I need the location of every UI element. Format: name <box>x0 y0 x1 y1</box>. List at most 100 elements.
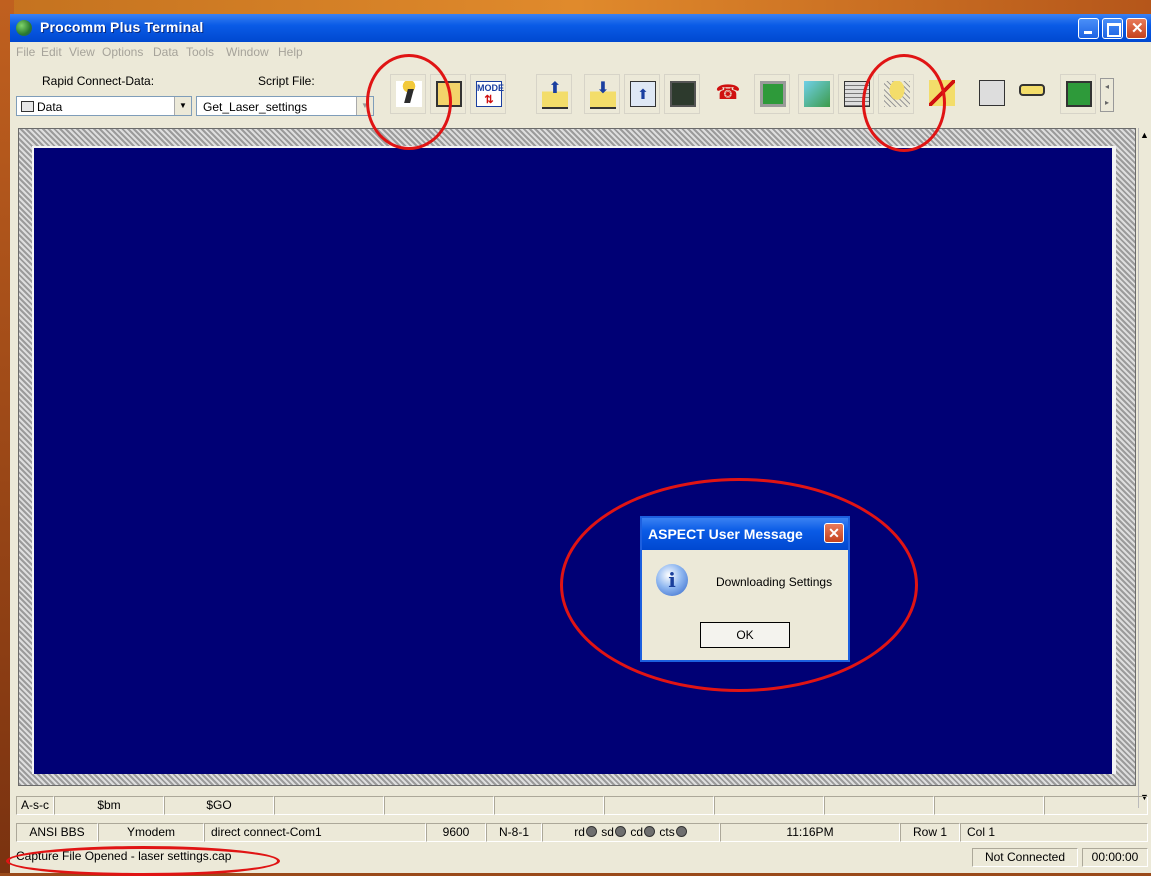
col-status: Col 1 <box>960 823 1148 842</box>
window-title: Procomm Plus Terminal <box>40 19 204 35</box>
chevron-down-icon[interactable]: ▼ <box>356 97 373 115</box>
meta-key-11[interactable] <box>1044 796 1148 815</box>
scanner-icon <box>979 80 1005 106</box>
fax-button[interactable]: ⬆ <box>624 74 660 114</box>
meta-key-1[interactable]: A-s-c <box>16 796 54 815</box>
vertical-scrollbar[interactable]: ▲ ▼ <box>1138 128 1151 808</box>
script-book-icon <box>436 81 462 107</box>
connection-status[interactable]: direct connect-Com1 <box>204 823 426 842</box>
mode-icon: MODE ⇅ <box>476 81 504 107</box>
meta-panel-button[interactable] <box>1060 74 1096 114</box>
app-window: Procomm Plus Terminal ✕ File Edit View O… <box>10 14 1151 873</box>
mode-button[interactable]: MODE ⇅ <box>470 74 506 114</box>
sd-led-icon <box>614 826 626 837</box>
download-folder-icon: ⬇ <box>590 81 616 109</box>
chevron-down-icon[interactable]: ▼ <box>174 97 191 115</box>
meta-key-8[interactable] <box>714 796 824 815</box>
rapid-connect-label: Rapid Connect-Data: <box>42 74 155 88</box>
run-script-button[interactable] <box>390 74 426 114</box>
terminal-screen-icon <box>670 81 696 107</box>
print-button[interactable] <box>838 74 874 114</box>
dialog-title: ASPECT User Message <box>648 526 803 542</box>
rd-led-icon <box>585 826 597 837</box>
status-message: Capture File Opened - laser settings.cap <box>16 849 232 863</box>
cd-led-icon <box>644 826 656 837</box>
menu-help[interactable]: Help <box>278 45 303 59</box>
close-button[interactable]: ✕ <box>1126 18 1147 39</box>
desktop-background <box>0 0 1151 14</box>
toolbar-scroll[interactable]: ◂ ▸ <box>1100 78 1114 112</box>
rd-label: rd <box>574 825 585 839</box>
menu-edit[interactable]: Edit <box>41 45 62 59</box>
script-file-value: Get_Laser_settings <box>203 100 308 114</box>
meta-key-3[interactable]: $GO <box>164 796 274 815</box>
menu-file[interactable]: File <box>16 45 35 59</box>
phone-icon: ☎ <box>715 82 741 104</box>
scroll-up-icon[interactable]: ▲ <box>1140 130 1149 140</box>
message-bar: Capture File Opened - laser settings.cap… <box>10 848 1151 868</box>
meta-keys-bar: A-s-c $bm $GO <box>10 796 1151 816</box>
upload-button[interactable]: ⬆ <box>536 74 572 114</box>
elapsed-time: 00:00:00 <box>1082 848 1148 867</box>
menu-options[interactable]: Options <box>102 45 143 59</box>
app-globe-icon <box>16 20 32 36</box>
meta-key-10[interactable] <box>934 796 1044 815</box>
dialog-close-button[interactable]: ✕ <box>824 523 844 543</box>
dial-button[interactable]: ☎ <box>710 74 746 114</box>
terminal-screen[interactable] <box>34 148 1112 774</box>
script-file-label: Script File: <box>258 74 315 88</box>
menu-tools[interactable]: Tools <box>186 45 214 59</box>
baud-status[interactable]: 9600 <box>426 823 486 842</box>
cable-button[interactable] <box>1014 74 1050 114</box>
maximize-button[interactable] <box>1102 18 1123 39</box>
script-file-combo[interactable]: Get_Laser_settings ▼ <box>196 96 374 116</box>
meta-key-4[interactable] <box>274 796 384 815</box>
capture-net-icon <box>884 81 910 107</box>
paperclip-icon <box>804 81 830 107</box>
protocol-status[interactable]: Ymodem <box>98 823 204 842</box>
menu-window[interactable]: Window <box>226 45 269 59</box>
dialog-message: Downloading Settings <box>716 575 833 589</box>
upload-folder-icon: ⬆ <box>542 81 568 109</box>
menu-view[interactable]: View <box>69 45 95 59</box>
scanner-button[interactable] <box>974 74 1010 114</box>
data-entry-icon <box>21 101 34 112</box>
meta-key-2[interactable]: $bm <box>54 796 164 815</box>
meta-key-9[interactable] <box>824 796 934 815</box>
rapid-connect-value: Data <box>37 100 63 114</box>
download-button[interactable]: ⬇ <box>584 74 620 114</box>
ok-button[interactable]: OK <box>700 622 790 648</box>
minimize-icon <box>1084 31 1092 34</box>
emulation-status[interactable]: ANSI BBS <box>16 823 98 842</box>
printer-icon <box>844 81 870 107</box>
cts-led-icon <box>675 826 687 837</box>
cancel-tools-button[interactable] <box>924 74 960 114</box>
minimize-button[interactable] <box>1078 18 1099 39</box>
cable-icon <box>1019 84 1045 96</box>
script-book-button[interactable] <box>430 74 466 114</box>
title-bar[interactable]: Procomm Plus Terminal ✕ <box>10 14 1151 42</box>
row-status: Row 1 <box>900 823 960 842</box>
menu-data[interactable]: Data <box>153 45 178 59</box>
terminal-button[interactable] <box>664 74 700 114</box>
dialog-title-bar[interactable]: ASPECT User Message ✕ <box>642 518 848 550</box>
fax-upload-icon: ⬆ <box>630 81 656 107</box>
run-script-icon <box>396 81 422 107</box>
meta-key-5[interactable] <box>384 796 494 815</box>
capture-button[interactable] <box>878 74 914 114</box>
menu-bar: File Edit View Options Data Tools Window… <box>10 42 1151 62</box>
maximize-icon <box>1107 23 1121 37</box>
cd-label: cd <box>630 825 644 839</box>
sd-label: sd <box>601 825 614 839</box>
status-bar: ANSI BBS Ymodem direct connect-Com1 9600… <box>10 823 1151 843</box>
parity-status[interactable]: N-8-1 <box>486 823 542 842</box>
monitor-icon <box>760 81 786 107</box>
meta-key-6[interactable] <box>494 796 604 815</box>
rapid-connect-combo[interactable]: Data ▼ <box>16 96 192 116</box>
attach-button[interactable] <box>798 74 834 114</box>
info-icon: i <box>656 564 688 596</box>
aspect-message-dialog: ASPECT User Message ✕ i Downloading Sett… <box>640 516 850 662</box>
meta-key-7[interactable] <box>604 796 714 815</box>
close-icon: ✕ <box>828 525 840 541</box>
monitor-button[interactable] <box>754 74 790 114</box>
